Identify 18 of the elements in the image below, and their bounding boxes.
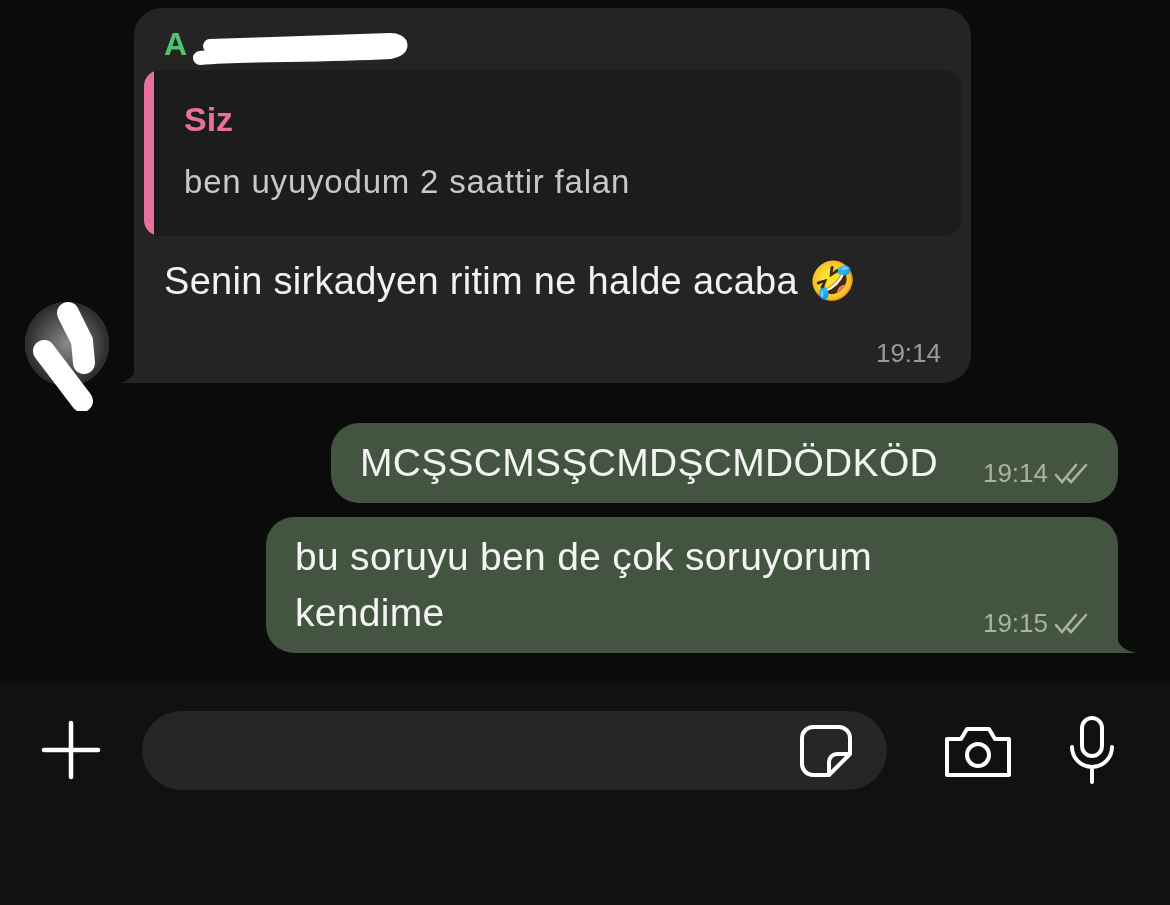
message-time: 19:14 [875, 338, 941, 369]
avatar[interactable] [24, 301, 110, 411]
message-bubble[interactable]: MCŞSCMSŞCMDŞCMDÖDKÖD 19:14 [331, 423, 1118, 503]
add-button[interactable] [40, 719, 102, 781]
camera-icon[interactable] [943, 725, 1013, 779]
microphone-icon[interactable] [1067, 715, 1117, 785]
message-bubble[interactable]: bu soruyu ben de çok soruyorum kendime 19:15 [266, 517, 1118, 653]
sender-name: A [164, 25, 188, 63]
message-time: 19:15 [982, 608, 1048, 639]
sticker-icon[interactable] [799, 723, 853, 778]
message-text: Senin sirkadyen ritim ne halde acaba 🤣 [163, 259, 858, 304]
quote-author: Siz [184, 100, 235, 139]
message-bubble[interactable]: A Siz ben uyuyodum 2 saattir falan Senin sirkadyen ritim ne halde acaba 🤣 19:14 [134, 8, 971, 383]
message-text: MCŞSCMSŞCMDŞCMDÖDKÖD [360, 440, 938, 486]
quoted-message[interactable]: Siz ben uyuyodum 2 saattir falan [144, 70, 961, 236]
quote-text: ben uyuyodum 2 saattir falan [184, 163, 631, 201]
message-time: 19:14 [982, 458, 1048, 489]
message-text: bu soruyu ben de çok soruyorum kendime [295, 534, 873, 636]
